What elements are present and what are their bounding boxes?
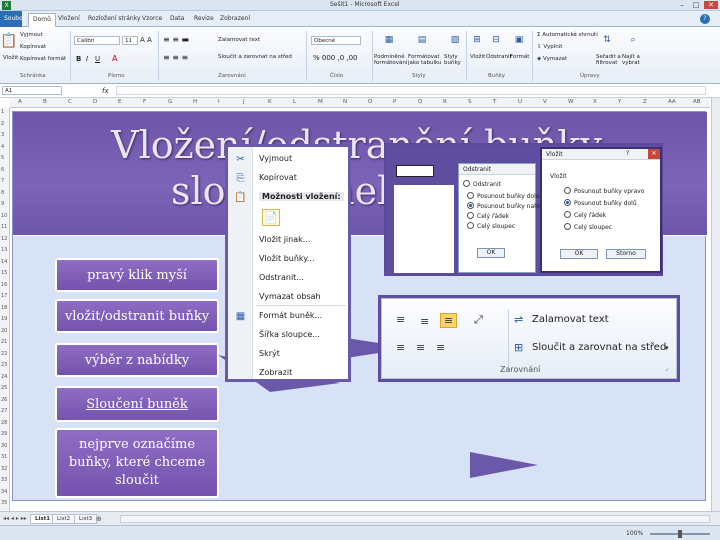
radio-insert-shift-down[interactable]: Posunout buňky dolů bbox=[564, 199, 637, 207]
dialog-insert: Vložit ? ✕ Vložit Posunout buňky vpravo … bbox=[540, 147, 662, 273]
zoom-level: 100% bbox=[626, 530, 644, 537]
dialog-delete-ok-button[interactable]: OK bbox=[477, 248, 505, 258]
dialog-insert-title: Vložit bbox=[546, 151, 563, 158]
dialog-delete: Odstranit Odstranit Posunout buňky dolev… bbox=[458, 163, 548, 273]
menu-item-clear-contents[interactable]: Vymazat obsah bbox=[259, 292, 321, 301]
sheet-preview bbox=[394, 185, 454, 273]
menu-item-insert-cells[interactable]: Vložit buňky... bbox=[259, 254, 314, 263]
align-top-icon[interactable]: ≡ bbox=[396, 313, 405, 326]
menu-item-copy[interactable]: Kopírovat bbox=[259, 173, 297, 182]
sheet-tab-bar: ◂◂ ◂ ▸ ▸▸ List1 List2 List3 ⊕ bbox=[0, 511, 720, 525]
dialog-insert-ok-button[interactable]: OK bbox=[560, 249, 598, 259]
dialog-launcher-icon[interactable]: ⌟ bbox=[665, 365, 668, 372]
help-icon[interactable]: ? bbox=[626, 150, 629, 157]
align-left-icon[interactable]: ≡ bbox=[396, 341, 405, 354]
panel-divider bbox=[508, 309, 509, 369]
radio-delete-column[interactable]: Celý sloupec bbox=[467, 222, 515, 230]
alignment-panel-frame: ≡ ≡ ≡ ⤢ ⇌ Zalamovat text ≡ ≡ ≡ ⊞ Sloučit… bbox=[378, 295, 680, 382]
radio-insert-row[interactable]: Celý řádek bbox=[564, 211, 606, 219]
merge-icon[interactable]: ⊞ bbox=[514, 341, 523, 354]
dialog-delete-title: Odstranit bbox=[463, 166, 491, 173]
menu-item-column-width[interactable]: Šířka sloupce... bbox=[259, 330, 320, 339]
dialogs-panel: Odstranit Odstranit Posunout buňky dolev… bbox=[384, 143, 663, 276]
orientation-icon[interactable]: ⤢ bbox=[474, 313, 483, 327]
chevron-down-icon[interactable]: ▾ bbox=[665, 344, 669, 352]
menu-item-delete[interactable]: Odstranit... bbox=[259, 273, 304, 282]
menu-item-unhide[interactable]: Zobrazit bbox=[259, 368, 292, 377]
menu-item-format-cells[interactable]: Formát buněk... bbox=[259, 311, 322, 320]
radio-delete-shift-left[interactable]: Posunout buňky doleva bbox=[467, 192, 547, 200]
add-sheet-icon[interactable]: ⊕ bbox=[96, 515, 102, 523]
align-middle-icon[interactable]: ≡ bbox=[420, 315, 429, 328]
menu-item-paste-options: Možnosti vložení: bbox=[259, 192, 344, 201]
selected-cell bbox=[396, 165, 434, 177]
context-menu: ✂ Vyjmout ⎘ Kopírovat 📋 Možnosti vložení… bbox=[225, 144, 351, 382]
radio-insert-column[interactable]: Celý sloupec bbox=[564, 223, 612, 231]
arrow-label-to-merge bbox=[470, 452, 538, 478]
radio-insert-shift-right[interactable]: Posunout buňky vpravo bbox=[564, 187, 644, 195]
format-cells-icon: ▦ bbox=[235, 310, 246, 322]
paste-icon[interactable]: 📄 bbox=[262, 209, 280, 226]
menu-item-paste-special[interactable]: Vložit jinak... bbox=[259, 235, 310, 244]
align-bottom-icon[interactable]: ≡ bbox=[440, 313, 458, 328]
sheet-nav-icon[interactable]: ◂◂ ◂ ▸ ▸▸ bbox=[3, 515, 27, 522]
dialog-delete-section: Odstranit bbox=[463, 180, 501, 188]
group-label-alignment: Zarovnání bbox=[500, 365, 541, 374]
copy-icon: ⎘ bbox=[236, 172, 245, 184]
menu-item-hide[interactable]: Skrýt bbox=[259, 349, 280, 358]
align-center-icon[interactable]: ≡ bbox=[416, 341, 425, 354]
dialog-insert-section: Vložit bbox=[550, 173, 567, 180]
cut-icon: ✂ bbox=[236, 153, 245, 165]
dialog-insert-cancel-button[interactable]: Storno bbox=[606, 249, 646, 259]
radio-delete-row[interactable]: Celý řádek bbox=[467, 212, 509, 220]
merge-center-button[interactable]: Sloučit a zarovnat na střed bbox=[532, 342, 666, 353]
zoom-slider-thumb[interactable] bbox=[678, 530, 682, 538]
sheet-tab-2[interactable]: List2 bbox=[52, 514, 76, 524]
wrap-text-button[interactable]: Zalamovat text bbox=[532, 314, 609, 325]
sheet-tab-3[interactable]: List3 bbox=[74, 514, 98, 524]
excel-window: X Sešit1 - Microsoft Excel – □ ✕ Soubor … bbox=[0, 0, 720, 540]
paste-options-icon: 📋 bbox=[234, 191, 247, 203]
status-bar: 100% bbox=[0, 525, 720, 540]
menu-item-cut[interactable]: Vyjmout bbox=[259, 154, 292, 163]
radio-delete-shift-up[interactable]: Posunout buňky nahoru bbox=[467, 202, 548, 210]
menu-divider bbox=[256, 305, 346, 306]
align-right-icon[interactable]: ≡ bbox=[436, 341, 445, 354]
alignment-panel: ≡ ≡ ≡ ⤢ ⇌ Zalamovat text ≡ ≡ ≡ ⊞ Sloučit… bbox=[381, 298, 677, 379]
wrap-text-icon[interactable]: ⇌ bbox=[514, 313, 523, 326]
horizontal-scrollbar[interactable] bbox=[120, 515, 710, 523]
close-icon[interactable]: ✕ bbox=[648, 149, 660, 159]
